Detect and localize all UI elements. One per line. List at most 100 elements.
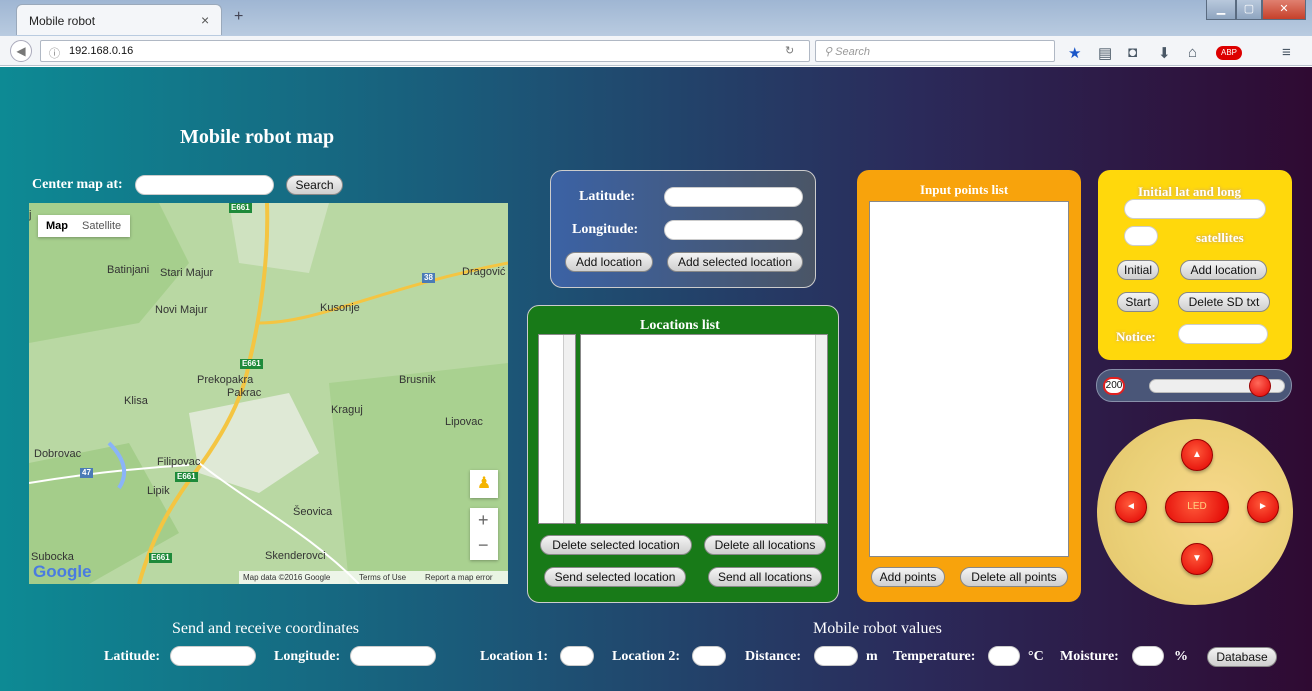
- locations-title: Locations list: [640, 318, 720, 333]
- input-points-title: Input points list: [920, 182, 1009, 197]
- initial-panel: Initial lat and long satellites Initial …: [1098, 170, 1292, 360]
- menu-icon[interactable]: ≡: [1282, 44, 1291, 61]
- delete-all-locations-button[interactable]: Delete all locations: [704, 535, 826, 555]
- moisture-field[interactable]: [1132, 646, 1164, 666]
- road-sign: E661: [240, 359, 263, 369]
- zoom-out-icon[interactable]: −: [478, 535, 489, 556]
- initial-title: Initial lat and long: [1138, 184, 1241, 199]
- delete-all-points-button[interactable]: Delete all points: [960, 567, 1068, 587]
- input-points-textarea[interactable]: [869, 201, 1069, 557]
- google-logo: Google: [33, 562, 92, 581]
- center-map-input[interactable]: [135, 175, 274, 195]
- map-label: Brusnik: [399, 374, 436, 386]
- add-selected-location-button[interactable]: Add selected location: [667, 252, 803, 272]
- satellites-input[interactable]: [1124, 226, 1158, 246]
- map-label: Kraguj: [331, 404, 363, 416]
- init-add-location-button[interactable]: Add location: [1180, 260, 1267, 280]
- start-button[interactable]: Start: [1117, 292, 1159, 312]
- send-selected-location-button[interactable]: Send selected location: [544, 567, 686, 587]
- delete-selected-location-button[interactable]: Delete selected location: [540, 535, 692, 555]
- pegman-icon[interactable]: ♟: [470, 470, 498, 498]
- home-icon[interactable]: ⌂: [1188, 44, 1197, 61]
- zoom-in-icon[interactable]: +: [478, 510, 489, 531]
- temperature-field[interactable]: [988, 646, 1020, 666]
- initial-latlong-input[interactable]: [1124, 199, 1266, 219]
- add-points-button[interactable]: Add points: [871, 567, 945, 587]
- tab-close-icon[interactable]: ×: [201, 12, 209, 28]
- scrollbar[interactable]: [563, 335, 575, 523]
- location1-label: Location 1:: [480, 649, 549, 664]
- search-bar[interactable]: ⚲ Search: [815, 40, 1055, 62]
- navigation-bar: ◀ ⓘ 192.168.0.16 ↻ ⚲ Search ★ ▤ ◘ ⬇ ⌂ AB…: [0, 36, 1312, 66]
- map-label: j: [29, 209, 32, 221]
- coords-longitude-input[interactable]: [350, 646, 436, 666]
- map-label: Skenderovci: [265, 550, 326, 562]
- map-view[interactable]: Map Satellite j E661 Batinjani Stari Maj…: [29, 203, 508, 584]
- browser-tab[interactable]: Mobile robot ×: [16, 4, 222, 35]
- map-label: Dobrovac: [34, 448, 82, 460]
- distance-field[interactable]: [814, 646, 858, 666]
- map-label: Šeovica: [293, 506, 333, 518]
- latitude-input[interactable]: [664, 187, 803, 207]
- notice-input[interactable]: [1178, 324, 1268, 344]
- pocket-icon[interactable]: ◘: [1128, 44, 1137, 61]
- temperature-unit: °C: [1028, 649, 1044, 664]
- road-sign: 38: [422, 273, 435, 283]
- initial-button[interactable]: Initial: [1117, 260, 1159, 280]
- notice-label: Notice:: [1116, 329, 1156, 344]
- led-button[interactable]: LED: [1165, 491, 1229, 523]
- download-icon[interactable]: ⬇: [1158, 44, 1171, 62]
- map-label: Prekopakra: [197, 374, 254, 386]
- report-error-link[interactable]: Report a map error: [425, 573, 493, 582]
- map-title: Mobile robot map: [180, 126, 335, 148]
- terms-link[interactable]: Terms of Use: [359, 573, 406, 582]
- map-terrain: [29, 203, 508, 584]
- right-arrow-button[interactable]: ►: [1247, 491, 1279, 523]
- coords-latitude-input[interactable]: [170, 646, 256, 666]
- delete-sd-txt-button[interactable]: Delete SD txt: [1178, 292, 1270, 312]
- map-data-credit: Map data ©2016 Google: [243, 573, 331, 582]
- minimize-button[interactable]: ▁: [1206, 0, 1236, 20]
- map-label: Filipovac: [157, 456, 201, 468]
- left-arrow-button[interactable]: ◄: [1115, 491, 1147, 523]
- location-index-list[interactable]: [538, 334, 576, 524]
- map-type-map-button[interactable]: Map: [46, 220, 68, 232]
- back-arrow-icon[interactable]: ◀: [10, 40, 32, 62]
- road-sign: E661: [175, 472, 198, 482]
- bookmark-star-icon[interactable]: ★: [1068, 44, 1081, 62]
- search-icon: ⚲: [824, 46, 836, 58]
- speed-slider-panel: 200: [1096, 369, 1292, 402]
- location2-field[interactable]: [692, 646, 726, 666]
- down-arrow-button[interactable]: ▼: [1181, 543, 1213, 575]
- road-sign: 47: [80, 468, 93, 478]
- location1-field[interactable]: [560, 646, 594, 666]
- up-arrow-button[interactable]: ▲: [1181, 439, 1213, 471]
- add-location-button[interactable]: Add location: [565, 252, 653, 272]
- info-icon[interactable]: ⓘ: [49, 45, 60, 61]
- scrollbar[interactable]: [815, 335, 827, 523]
- map-label: Batinjani: [107, 264, 150, 276]
- speed-slider-thumb[interactable]: [1249, 375, 1272, 397]
- new-tab-icon[interactable]: +: [234, 8, 243, 26]
- url-bar[interactable]: ⓘ 192.168.0.16 ↻: [40, 40, 810, 62]
- database-button[interactable]: Database: [1207, 647, 1277, 667]
- speed-value: 200: [1103, 377, 1125, 395]
- satellites-label: satellites: [1196, 230, 1244, 245]
- location2-label: Location 2:: [612, 649, 681, 664]
- reading-list-icon[interactable]: ▤: [1098, 44, 1112, 62]
- close-window-button[interactable]: ✕: [1262, 0, 1306, 20]
- map-type-control: Map Satellite: [38, 215, 130, 237]
- send-all-locations-button[interactable]: Send all locations: [708, 567, 822, 587]
- map-label: Lipik: [147, 485, 170, 497]
- lat-long-panel: Latitude: Longitude: Add location Add se…: [550, 170, 816, 288]
- tab-title: Mobile robot: [29, 14, 96, 28]
- maximize-button[interactable]: ▢: [1236, 0, 1262, 20]
- adblock-icon[interactable]: ABP: [1216, 46, 1242, 60]
- longitude-label: Longitude:: [572, 222, 639, 237]
- distance-label: Distance:: [745, 649, 801, 664]
- reload-icon[interactable]: ↻: [785, 44, 794, 57]
- locations-listbox[interactable]: [580, 334, 828, 524]
- map-search-button[interactable]: Search: [286, 175, 343, 195]
- longitude-input[interactable]: [664, 220, 803, 240]
- map-type-satellite-button[interactable]: Satellite: [82, 220, 121, 232]
